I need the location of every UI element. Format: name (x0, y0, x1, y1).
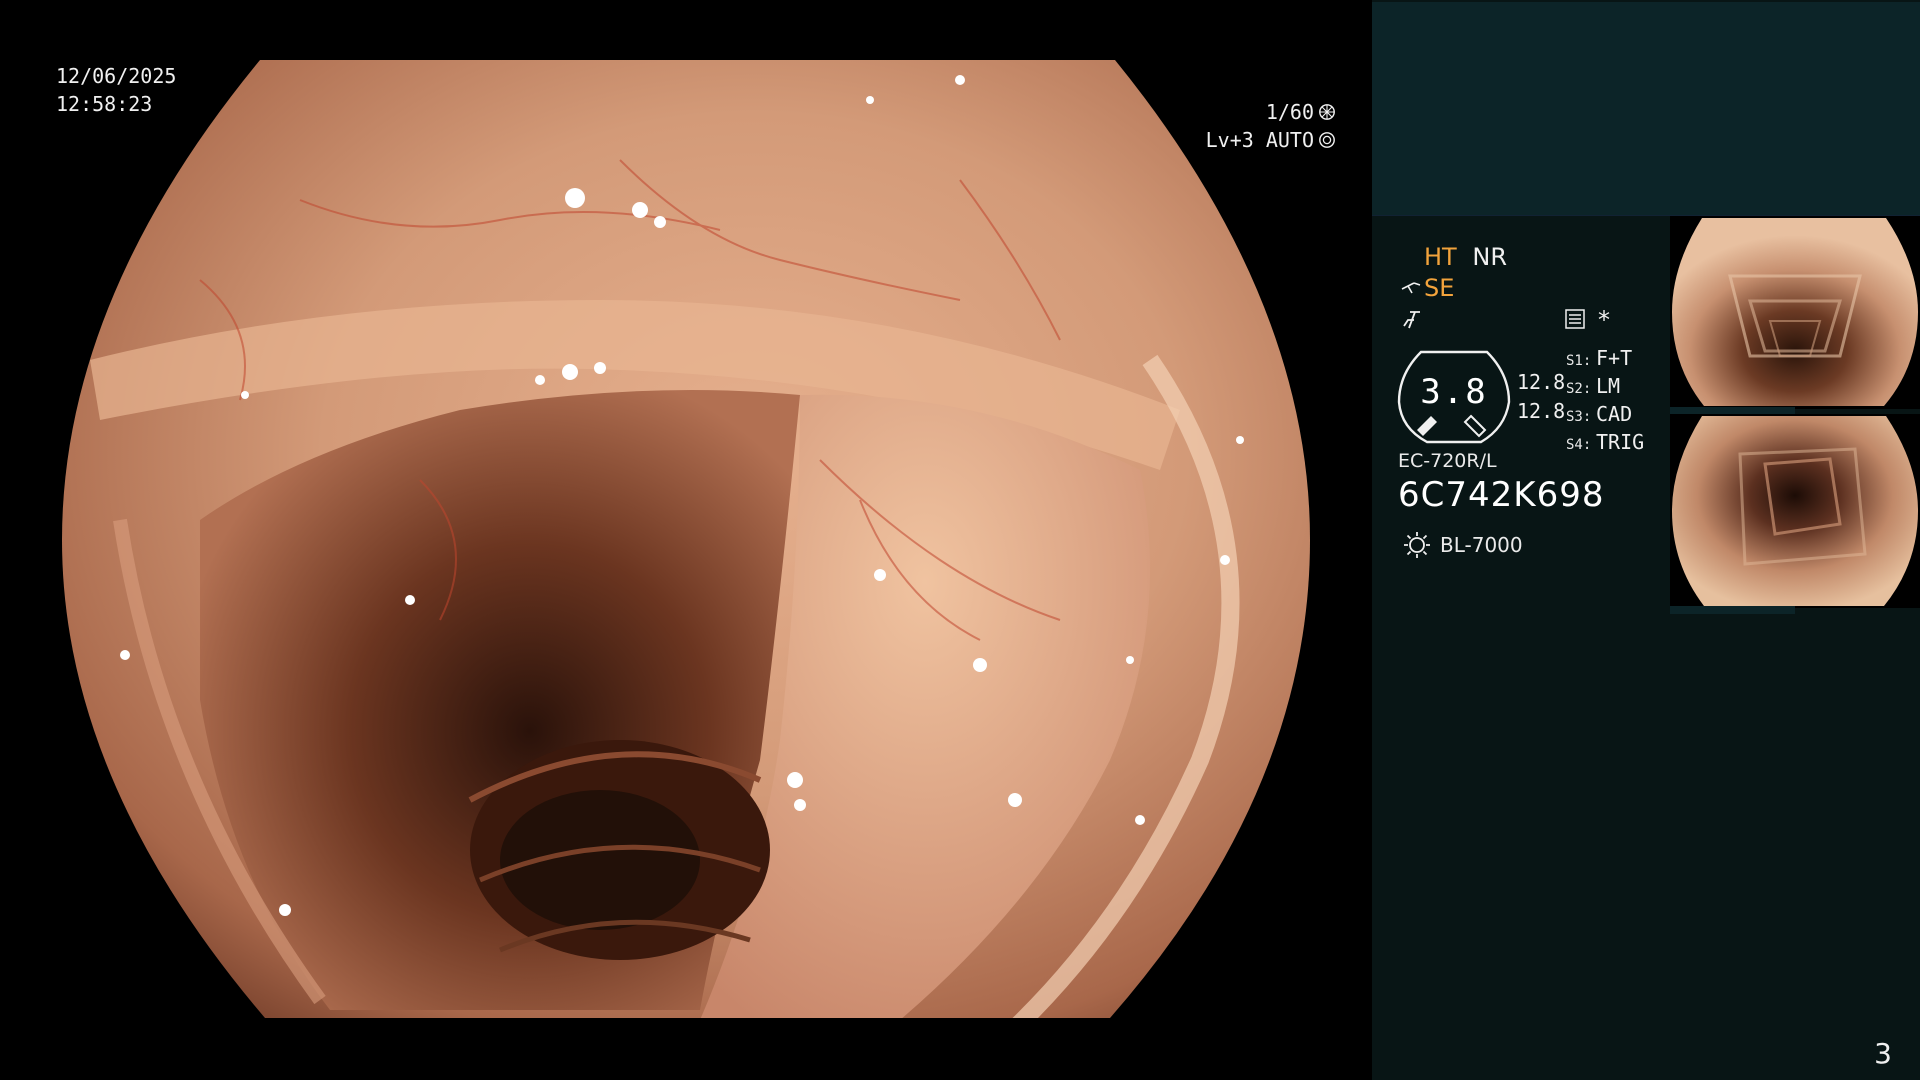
gauge-side-bottom: 12.8 (1517, 399, 1566, 423)
info-panel: HT NR SE * 3.8 12.8 12.8 S1: F+T S2: LM … (1372, 0, 1920, 1080)
switch-row: S1: F+T (1566, 346, 1644, 374)
menu-icon (1565, 309, 1585, 329)
switch-value: F+T (1596, 346, 1633, 370)
thumbnail-image (1672, 218, 1918, 406)
thumbnail-image (1672, 416, 1918, 606)
exposure-display: 1/60 Lv+3 AUTO (1206, 98, 1336, 154)
switch-key: S4: (1566, 437, 1592, 453)
capture-thumbnail[interactable] (1670, 414, 1920, 614)
panel-top-block (1372, 2, 1920, 216)
edge-enhance-icon (1403, 311, 1420, 329)
endoscope-image (62, 60, 1310, 1018)
switch-value: TRIG (1596, 430, 1645, 454)
scope-model: EC-720R/L (1398, 450, 1497, 472)
datetime-display: 12/06/2025 12:58:23 (56, 62, 176, 118)
shutter-speed-text: 1/60 (1265, 100, 1314, 124)
switch-key: S1: (1566, 353, 1592, 369)
switch-row: S2: LM (1566, 374, 1644, 402)
shutter-icon (1319, 104, 1335, 120)
switch-key: S3: (1566, 409, 1592, 425)
switch-row: S3: CAD (1566, 402, 1644, 430)
date-text: 12/06/2025 (56, 64, 177, 88)
light-source-icon (1404, 532, 1430, 558)
gauge-side-top: 12.8 (1517, 370, 1566, 394)
iris-mode-text: Lv+3 AUTO (1205, 128, 1314, 152)
scope-serial: 6C742K698 (1398, 475, 1605, 515)
light-source-row: BL-7000 (1402, 530, 1523, 560)
nr-label: NR (1472, 243, 1507, 271)
scope-switch-list: S1: F+T S2: LM S3: CAD S4: TRIG (1566, 346, 1644, 458)
switch-value: CAD (1596, 402, 1633, 426)
se-label: SE (1424, 274, 1455, 302)
scope-tip-icon (1401, 282, 1421, 294)
thumbnail-bar (1670, 606, 1795, 614)
switch-value: LM (1596, 374, 1621, 398)
page-number: 3 (1874, 1037, 1892, 1070)
iris-icon (1319, 132, 1335, 148)
time-text: 12:58:23 (56, 92, 153, 116)
switch-key: S2: (1566, 381, 1592, 397)
capture-thumbnail[interactable] (1670, 216, 1920, 415)
star-indicator: * (1598, 306, 1610, 334)
gauge-value: 3.8 (1420, 372, 1488, 412)
processing-mode-row: HT NR (1424, 243, 1507, 271)
ht-label: HT (1424, 243, 1457, 271)
structure-enhance-row: SE (1400, 274, 1454, 302)
endoscope-main-view: 12/06/2025 12:58:23 1/60 Lv+3 AUTO (0, 0, 1372, 1080)
switch-row: S4: TRIG (1566, 430, 1644, 458)
light-source-label: BL-7000 (1440, 533, 1523, 557)
